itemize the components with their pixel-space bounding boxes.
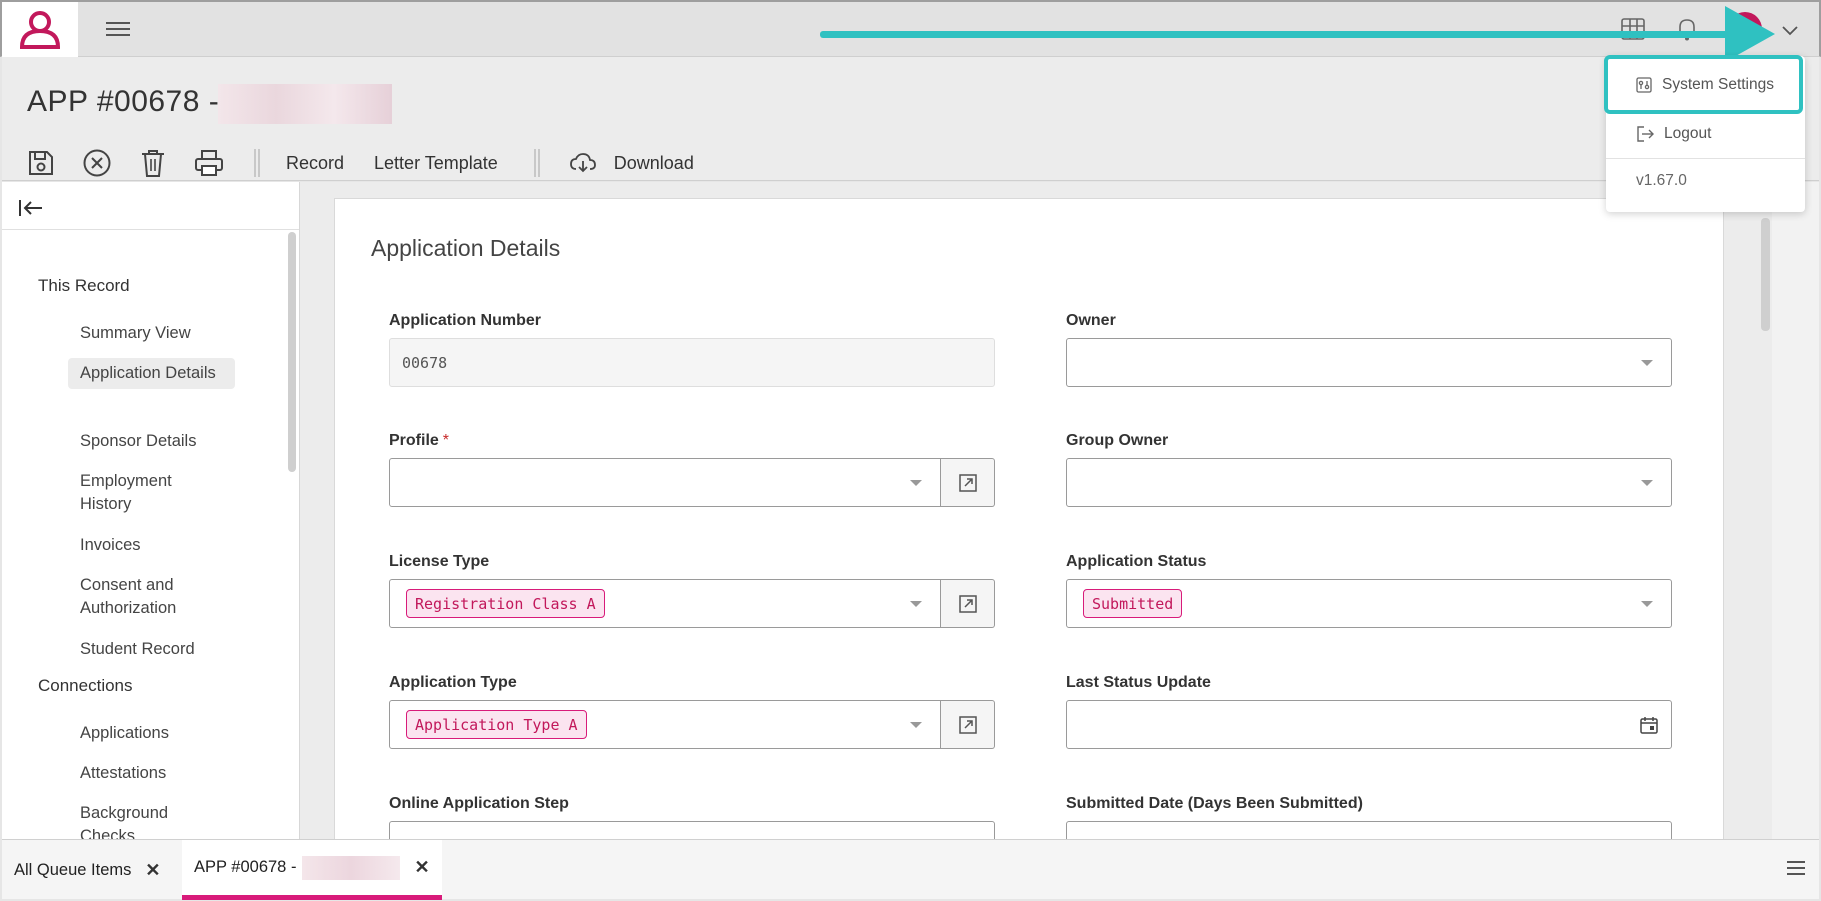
owner-label: Owner: [1066, 312, 1116, 329]
app-logo[interactable]: [2, 2, 78, 57]
sidebar-item-application-details[interactable]: Application Details: [68, 358, 235, 389]
redacted-name: [302, 855, 401, 880]
submitted-date-field[interactable]: [1066, 821, 1672, 839]
sidebar: This Record Summary View Application Det…: [2, 182, 300, 839]
menu-icon[interactable]: [1787, 861, 1805, 877]
bell-icon[interactable]: [1674, 16, 1700, 42]
save-icon[interactable]: [24, 146, 58, 180]
license-type-tag: Registration Class A: [406, 589, 605, 618]
redacted-name: [218, 84, 392, 124]
logo-person-icon: [19, 10, 61, 49]
profile-open-link-button[interactable]: [941, 458, 995, 507]
open-external-icon: [958, 594, 977, 613]
cloud-download-icon[interactable]: [566, 146, 600, 180]
tab-label: APP #00678 -: [194, 858, 297, 876]
hamburger-menu-icon[interactable]: [106, 18, 130, 40]
main-scrollbar[interactable]: [1761, 218, 1770, 331]
annotation-arrow-head: [1725, 6, 1775, 62]
user-menu-dropdown: System Settings Logout v1.67.0: [1604, 55, 1805, 212]
required-marker: *: [442, 432, 450, 449]
sidebar-item-applications[interactable]: Applications: [68, 718, 235, 749]
sidebar-item-invoices[interactable]: Invoices: [68, 530, 235, 561]
toolbar-separator: [533, 149, 540, 177]
application-status-dropdown[interactable]: Submitted: [1066, 579, 1672, 628]
sidebar-item-employment-history[interactable]: Employment History: [68, 466, 235, 520]
page-title: APP #00678 -: [27, 85, 220, 118]
close-tab-icon[interactable]: ✕: [414, 857, 429, 878]
application-details-card: Application Details Application Number 0…: [334, 198, 1724, 839]
apps-grid-icon[interactable]: [1620, 16, 1646, 42]
dropdown-arrow-icon: [910, 722, 922, 728]
online-application-step-label: Online Application Step: [389, 795, 569, 812]
annotation-arrow-line: [820, 31, 1750, 38]
sidebar-item-attestations[interactable]: Attestations: [68, 758, 235, 789]
owner-dropdown[interactable]: [1066, 338, 1672, 387]
record-menu[interactable]: Record: [286, 153, 344, 174]
dropdown-arrow-icon: [910, 480, 922, 486]
top-bar: [0, 0, 1821, 62]
menu-divider: [1606, 158, 1805, 159]
sidebar-item-student-record[interactable]: Student Record: [68, 634, 235, 665]
submitted-date-label: Submitted Date (Days Been Submitted): [1066, 795, 1363, 812]
logout-icon: [1637, 126, 1654, 142]
main-content: Application Details Application Number 0…: [300, 182, 1772, 839]
card-title: Application Details: [371, 235, 561, 261]
sidebar-collapse-row: [2, 182, 299, 230]
last-status-update-label: Last Status Update: [1066, 674, 1211, 691]
print-icon[interactable]: [192, 146, 226, 180]
tab-all-queue-items[interactable]: All Queue Items ✕: [2, 840, 172, 900]
record-toolbar: Record Letter Template Download: [24, 143, 724, 183]
license-type-label: License Type: [389, 553, 490, 570]
sidebar-item-consent-authorization[interactable]: Consent and Authorization: [68, 570, 235, 624]
delete-icon[interactable]: [136, 146, 170, 180]
tab-app-00678[interactable]: APP #00678 - ✕: [182, 840, 442, 900]
section-this-record: This Record: [38, 276, 130, 295]
chevron-down-icon[interactable]: [1778, 18, 1802, 42]
annotation-highlight-box: [1604, 55, 1803, 114]
close-tab-icon[interactable]: ✕: [145, 860, 160, 881]
group-owner-label: Group Owner: [1066, 432, 1169, 449]
dropdown-arrow-icon: [1641, 601, 1653, 607]
app-version: v1.67.0: [1636, 172, 1687, 189]
online-application-step-field[interactable]: [389, 821, 995, 839]
profile-label: Profile *: [389, 432, 449, 450]
sidebar-item-background-checks[interactable]: Background Checks: [68, 798, 235, 839]
toolbar-separator: [254, 149, 260, 177]
license-type-dropdown[interactable]: Registration Class A: [389, 579, 941, 628]
profile-dropdown[interactable]: [389, 458, 941, 507]
open-external-icon: [958, 473, 977, 492]
profile-label-text: Profile: [389, 432, 439, 449]
dropdown-arrow-icon: [1641, 480, 1653, 486]
group-owner-dropdown[interactable]: [1066, 458, 1672, 507]
right-panel-strip: [1772, 182, 1819, 839]
application-number-label: Application Number: [389, 312, 542, 329]
calendar-icon[interactable]: [1639, 715, 1659, 735]
download-button[interactable]: Download: [614, 153, 694, 174]
application-status-label: Application Status: [1066, 553, 1207, 570]
application-type-label: Application Type: [389, 674, 517, 691]
record-header: APP #00678 - Record Letter Template Down…: [2, 57, 1819, 181]
license-type-open-link-button[interactable]: [941, 579, 995, 628]
application-type-open-link-button[interactable]: [941, 700, 995, 749]
dropdown-arrow-icon: [910, 601, 922, 607]
tab-label: All Queue Items: [14, 860, 132, 879]
letter-template-menu[interactable]: Letter Template: [374, 153, 498, 174]
dropdown-arrow-icon: [1641, 360, 1653, 366]
last-status-update-date-input[interactable]: [1066, 700, 1672, 749]
application-type-tag: Application Type A: [406, 710, 587, 739]
cancel-icon[interactable]: [80, 146, 114, 180]
bottom-tab-bar: All Queue Items ✕ APP #00678 - ✕: [2, 839, 1819, 900]
logout-label: Logout: [1664, 125, 1712, 142]
sidebar-item-summary-view[interactable]: Summary View: [68, 318, 235, 349]
application-type-dropdown[interactable]: Application Type A: [389, 700, 941, 749]
application-number-field: 00678: [389, 338, 995, 387]
sidebar-scrollbar[interactable]: [288, 232, 296, 472]
open-external-icon: [958, 715, 977, 734]
collapse-sidebar-icon[interactable]: [18, 198, 44, 218]
sidebar-item-sponsor-details[interactable]: Sponsor Details: [68, 426, 235, 457]
section-connections: Connections: [38, 676, 133, 695]
application-status-tag: Submitted: [1083, 589, 1183, 618]
logout-menu-item[interactable]: Logout: [1606, 110, 1805, 158]
